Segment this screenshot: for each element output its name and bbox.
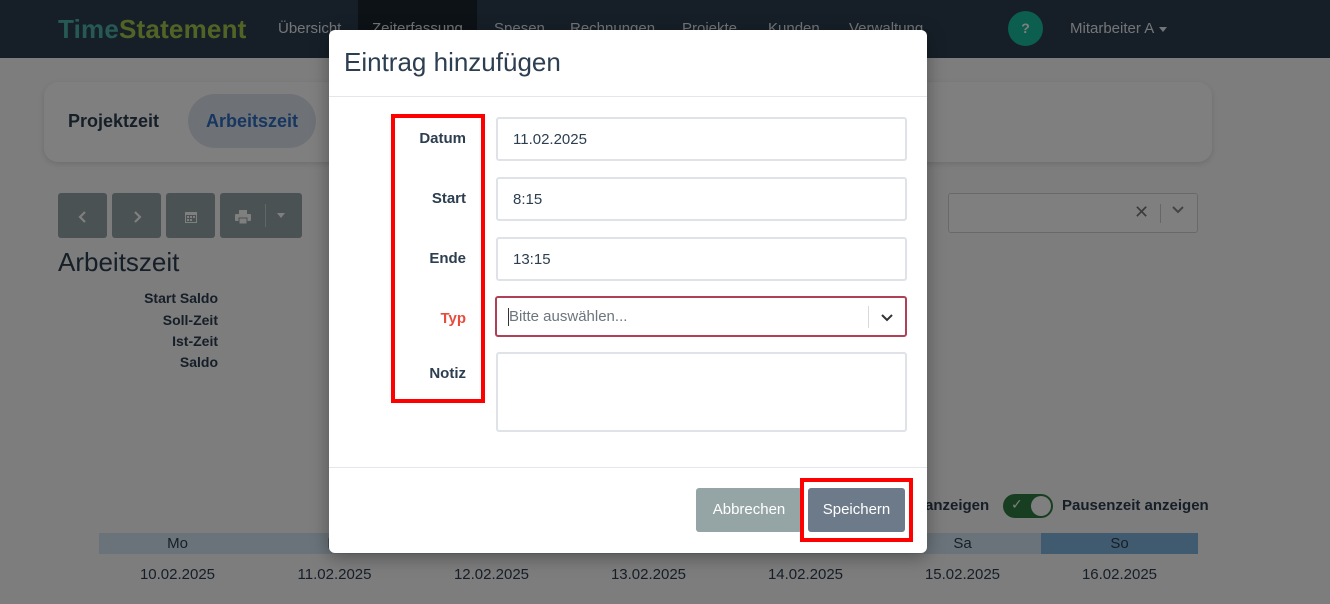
highlight-box-labels	[391, 114, 485, 403]
typ-select-placeholder: Bitte auswählen...	[509, 308, 628, 325]
highlight-box-save	[800, 478, 913, 542]
modal-header: Eintrag hinzufügen	[329, 30, 927, 97]
cancel-button[interactable]: Abbrechen	[696, 488, 802, 532]
text-cursor	[508, 308, 509, 326]
end-time-input[interactable]	[496, 237, 907, 281]
chevron-down-icon[interactable]	[877, 307, 897, 327]
notiz-textarea[interactable]	[496, 352, 907, 432]
select-divider	[868, 306, 869, 328]
start-time-input[interactable]	[496, 177, 907, 221]
datum-input[interactable]	[496, 117, 907, 161]
typ-select[interactable]: Bitte auswählen...	[495, 296, 907, 337]
modal-title: Eintrag hinzufügen	[344, 47, 561, 77]
